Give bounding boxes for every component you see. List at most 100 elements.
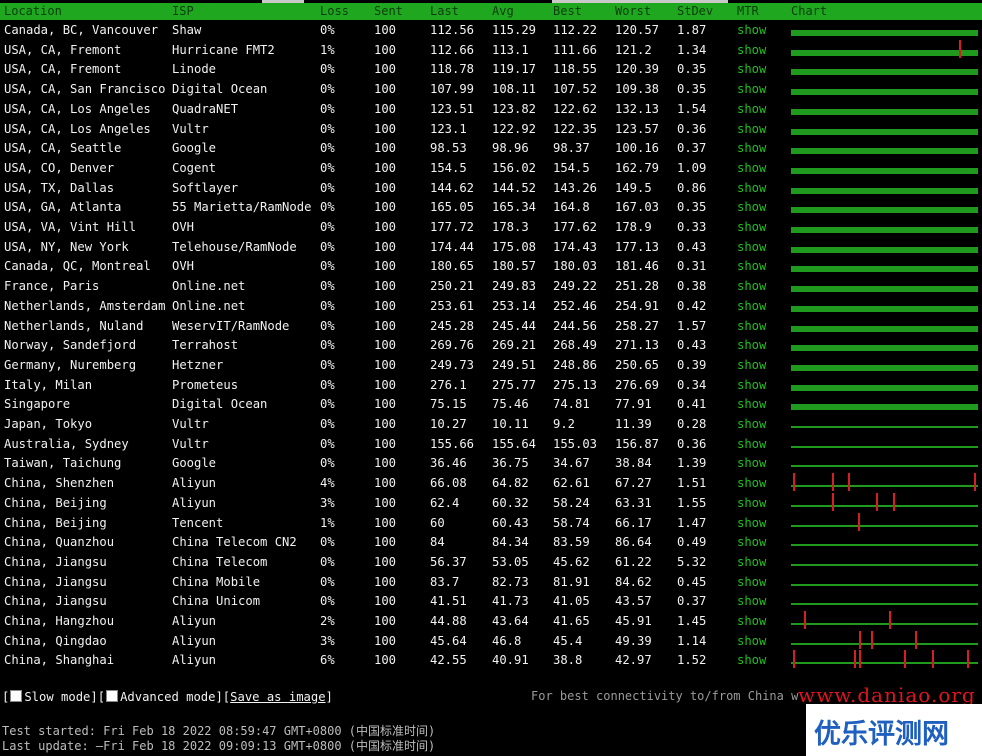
cell-loss: 3% xyxy=(320,633,335,648)
cell-worst: 100.16 xyxy=(615,141,660,156)
cell-avg: 269.21 xyxy=(492,338,537,353)
cell-isp: Vultr xyxy=(172,121,209,136)
packet-loss-spike xyxy=(793,473,795,492)
cell-last: 41.51 xyxy=(430,594,467,609)
cell-worst: 77.91 xyxy=(615,397,652,412)
mtr-show-link[interactable]: show xyxy=(737,122,766,136)
cell-isp: Vultr xyxy=(172,436,209,451)
watermark-logo: 优乐评测网 xyxy=(806,704,982,756)
mtr-show-link[interactable]: show xyxy=(737,555,766,569)
cell-sent: 100 xyxy=(374,417,397,431)
mtr-show-link[interactable]: show xyxy=(737,456,766,470)
mtr-show-link[interactable]: show xyxy=(737,161,766,175)
mtr-show-link[interactable]: show xyxy=(737,634,766,648)
mtr-show-link[interactable]: show xyxy=(737,516,766,530)
mtr-show-link[interactable]: show xyxy=(737,82,766,96)
mtr-show-link[interactable]: show xyxy=(737,23,766,37)
latency-chart xyxy=(791,20,978,40)
latency-chart xyxy=(791,39,978,60)
mtr-show-link[interactable]: show xyxy=(737,358,766,372)
latency-bar xyxy=(791,583,978,586)
cell-avg: 249.51 xyxy=(492,357,537,372)
cell-isp: Google xyxy=(172,141,217,156)
cell-avg: 60.43 xyxy=(492,515,529,530)
latency-bar xyxy=(791,207,978,214)
cell-best: 122.62 xyxy=(553,101,598,116)
latency-bar xyxy=(791,642,978,645)
cell-isp: Prometeus xyxy=(172,377,239,392)
mtr-show-link[interactable]: show xyxy=(737,614,766,628)
cell-best: 244.56 xyxy=(553,318,598,333)
cell-sent: 100 xyxy=(374,298,397,313)
mtr-show-link[interactable]: show xyxy=(737,496,766,510)
cell-location: Taiwan, Taichung xyxy=(4,456,122,471)
table-row: USA, CA, Los Angeles Vultr 0% 100 123.1 122.9… xyxy=(0,119,982,139)
cell-sent: 100 xyxy=(374,515,397,530)
table-row: China, Jiangsu China Telecom 0% 100 56.37 53.… xyxy=(0,552,982,572)
packet-loss-spike xyxy=(871,630,873,649)
mtr-show-link[interactable]: show xyxy=(737,417,766,431)
table-row: USA, CA, San Francisco Digital Ocean 0% 100… xyxy=(0,79,982,99)
cell-last: 75.15 xyxy=(430,397,467,412)
save-as-image-link[interactable]: Save as image xyxy=(230,690,325,704)
cell-last: 60 xyxy=(430,515,445,530)
mtr-show-link[interactable]: show xyxy=(737,200,766,214)
cell-location: Singapore xyxy=(4,397,71,412)
mtr-show-link[interactable]: show xyxy=(737,594,766,608)
latency-chart xyxy=(791,335,978,355)
cell-stdev: 0.36 xyxy=(677,121,707,136)
mtr-show-link[interactable]: show xyxy=(737,279,766,293)
cell-best: 111.66 xyxy=(553,42,598,57)
controls-bar: [Slow mode][Advanced mode][Save as image… xyxy=(2,690,333,704)
cell-worst: 271.13 xyxy=(615,338,660,353)
mtr-show-link[interactable]: show xyxy=(737,259,766,273)
mtr-show-link[interactable]: show xyxy=(737,220,766,234)
mtr-show-link[interactable]: show xyxy=(737,141,766,155)
cell-sent: 100 xyxy=(374,239,397,254)
cell-isp: Aliyun xyxy=(172,495,217,510)
cell-worst: 49.39 xyxy=(615,633,652,648)
mtr-show-link[interactable]: show xyxy=(737,653,766,667)
advanced-mode-checkbox[interactable] xyxy=(106,690,119,702)
packet-loss-spike xyxy=(832,492,834,511)
cell-loss: 0% xyxy=(320,417,335,431)
cell-last: 107.99 xyxy=(430,82,475,97)
cell-sent: 100 xyxy=(374,338,397,353)
mtr-show-link[interactable]: show xyxy=(737,43,766,57)
mtr-show-link[interactable]: show xyxy=(737,299,766,313)
cell-loss: 1% xyxy=(320,42,335,57)
cell-isp: Digital Ocean xyxy=(172,397,268,412)
mtr-show-link[interactable]: show xyxy=(737,319,766,333)
cell-stdev: 1.54 xyxy=(677,101,707,116)
mtr-show-link[interactable]: show xyxy=(737,397,766,411)
mtr-show-link[interactable]: show xyxy=(737,338,766,352)
mtr-show-link[interactable]: show xyxy=(737,378,766,392)
cell-location: China, Beijing xyxy=(4,495,107,510)
cell-best: 62.61 xyxy=(553,476,590,491)
cell-last: 180.65 xyxy=(430,259,475,274)
packet-loss-spike xyxy=(876,492,878,511)
col-best: Best xyxy=(553,4,582,18)
mtr-show-link[interactable]: show xyxy=(737,240,766,254)
cell-worst: 61.22 xyxy=(615,554,652,569)
mtr-show-link[interactable]: show xyxy=(737,437,766,451)
cell-avg: 75.46 xyxy=(492,397,529,412)
mtr-show-link[interactable]: show xyxy=(737,181,766,195)
mtr-show-link[interactable]: show xyxy=(737,102,766,116)
mtr-show-link[interactable]: show xyxy=(737,535,766,549)
cell-stdev: 0.43 xyxy=(677,239,707,254)
cell-avg: 64.82 xyxy=(492,476,529,491)
cell-loss: 0% xyxy=(320,594,335,609)
mtr-show-link[interactable]: show xyxy=(737,476,766,490)
mtr-show-link[interactable]: show xyxy=(737,575,766,589)
cell-loss: 0% xyxy=(320,436,335,451)
cell-loss: 1% xyxy=(320,515,335,530)
cell-sent: 100 xyxy=(374,535,397,550)
cell-worst: 11.39 xyxy=(615,417,652,431)
mtr-show-link[interactable]: show xyxy=(737,62,766,76)
slow-mode-checkbox[interactable] xyxy=(10,690,23,702)
cell-loss: 0% xyxy=(320,62,335,77)
cell-location: China, Jiangsu xyxy=(4,594,107,609)
cell-sent: 100 xyxy=(374,279,397,294)
packet-loss-spike xyxy=(858,512,860,531)
